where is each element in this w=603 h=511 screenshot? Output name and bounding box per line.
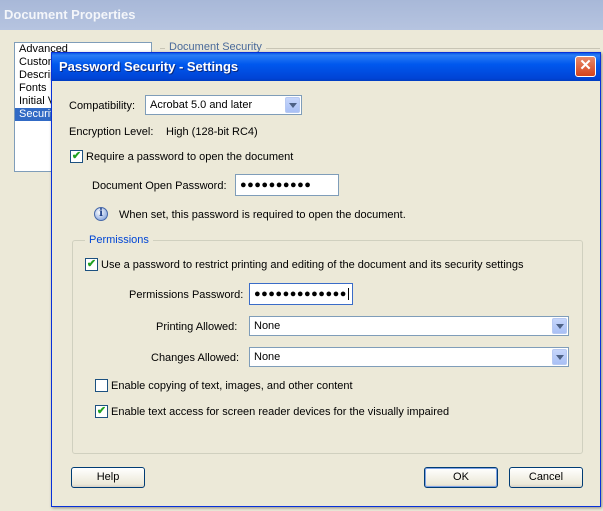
close-icon: ✕ bbox=[579, 57, 592, 74]
open-password-label: Document Open Password: bbox=[92, 180, 227, 192]
open-password-field[interactable]: ●●●●●●●●●● bbox=[235, 174, 339, 196]
checkmark-icon: ✔ bbox=[96, 405, 107, 417]
permissions-password-label: Permissions Password: bbox=[129, 289, 244, 301]
enable-copying-checkbox[interactable] bbox=[95, 379, 108, 392]
cancel-button[interactable]: Cancel bbox=[509, 467, 583, 488]
compatibility-label: Compatibility: bbox=[69, 100, 136, 112]
permissions-legend: Permissions bbox=[85, 234, 153, 246]
info-text: When set, this password is required to o… bbox=[119, 209, 406, 221]
close-button[interactable]: ✕ bbox=[575, 56, 596, 77]
permissions-password-field[interactable]: ●●●●●●●●●●●●● bbox=[249, 283, 353, 305]
chevron-down-icon[interactable] bbox=[285, 97, 300, 113]
printing-allowed-label: Printing Allowed: bbox=[156, 321, 238, 333]
enable-text-access-checkbox[interactable]: ✔ bbox=[95, 405, 108, 418]
use-permissions-password-checkbox[interactable]: ✔ bbox=[85, 258, 98, 271]
changes-allowed-select[interactable]: None bbox=[249, 347, 569, 367]
use-permissions-password-label: Use a password to restrict printing and … bbox=[101, 259, 524, 271]
checkmark-icon: ✔ bbox=[86, 258, 97, 270]
printing-allowed-select[interactable]: None bbox=[249, 316, 569, 336]
chevron-down-icon[interactable] bbox=[552, 318, 567, 334]
compatibility-value: Acrobat 5.0 and later bbox=[150, 99, 253, 111]
compatibility-select[interactable]: Acrobat 5.0 and later bbox=[145, 95, 302, 115]
permissions-password-value: ●●●●●●●●●●●●● bbox=[254, 288, 347, 300]
encryption-level-label: Encryption Level: bbox=[69, 126, 154, 138]
help-button[interactable]: Help bbox=[71, 467, 145, 488]
changes-allowed-label: Changes Allowed: bbox=[151, 352, 240, 364]
document-properties-title: Document Properties bbox=[0, 0, 603, 30]
password-security-dialog: Password Security - Settings ✕ Compatibi… bbox=[51, 52, 601, 507]
ok-button[interactable]: OK bbox=[424, 467, 498, 488]
info-icon: i bbox=[94, 207, 108, 221]
text-cursor bbox=[347, 288, 349, 300]
require-open-password-label: Require a password to open the document bbox=[86, 151, 294, 163]
enable-text-access-label: Enable text access for screen reader dev… bbox=[111, 406, 450, 418]
checkmark-icon: ✔ bbox=[71, 150, 82, 162]
require-open-password-checkbox[interactable]: ✔ bbox=[70, 150, 83, 163]
enable-copying-label: Enable copying of text, images, and othe… bbox=[111, 380, 353, 392]
changes-allowed-value: None bbox=[254, 351, 281, 363]
chevron-down-icon[interactable] bbox=[552, 349, 567, 365]
dialog-title: Password Security - Settings bbox=[52, 53, 600, 81]
printing-allowed-value: None bbox=[254, 320, 281, 332]
encryption-level-value: High (128-bit RC4) bbox=[166, 126, 258, 138]
